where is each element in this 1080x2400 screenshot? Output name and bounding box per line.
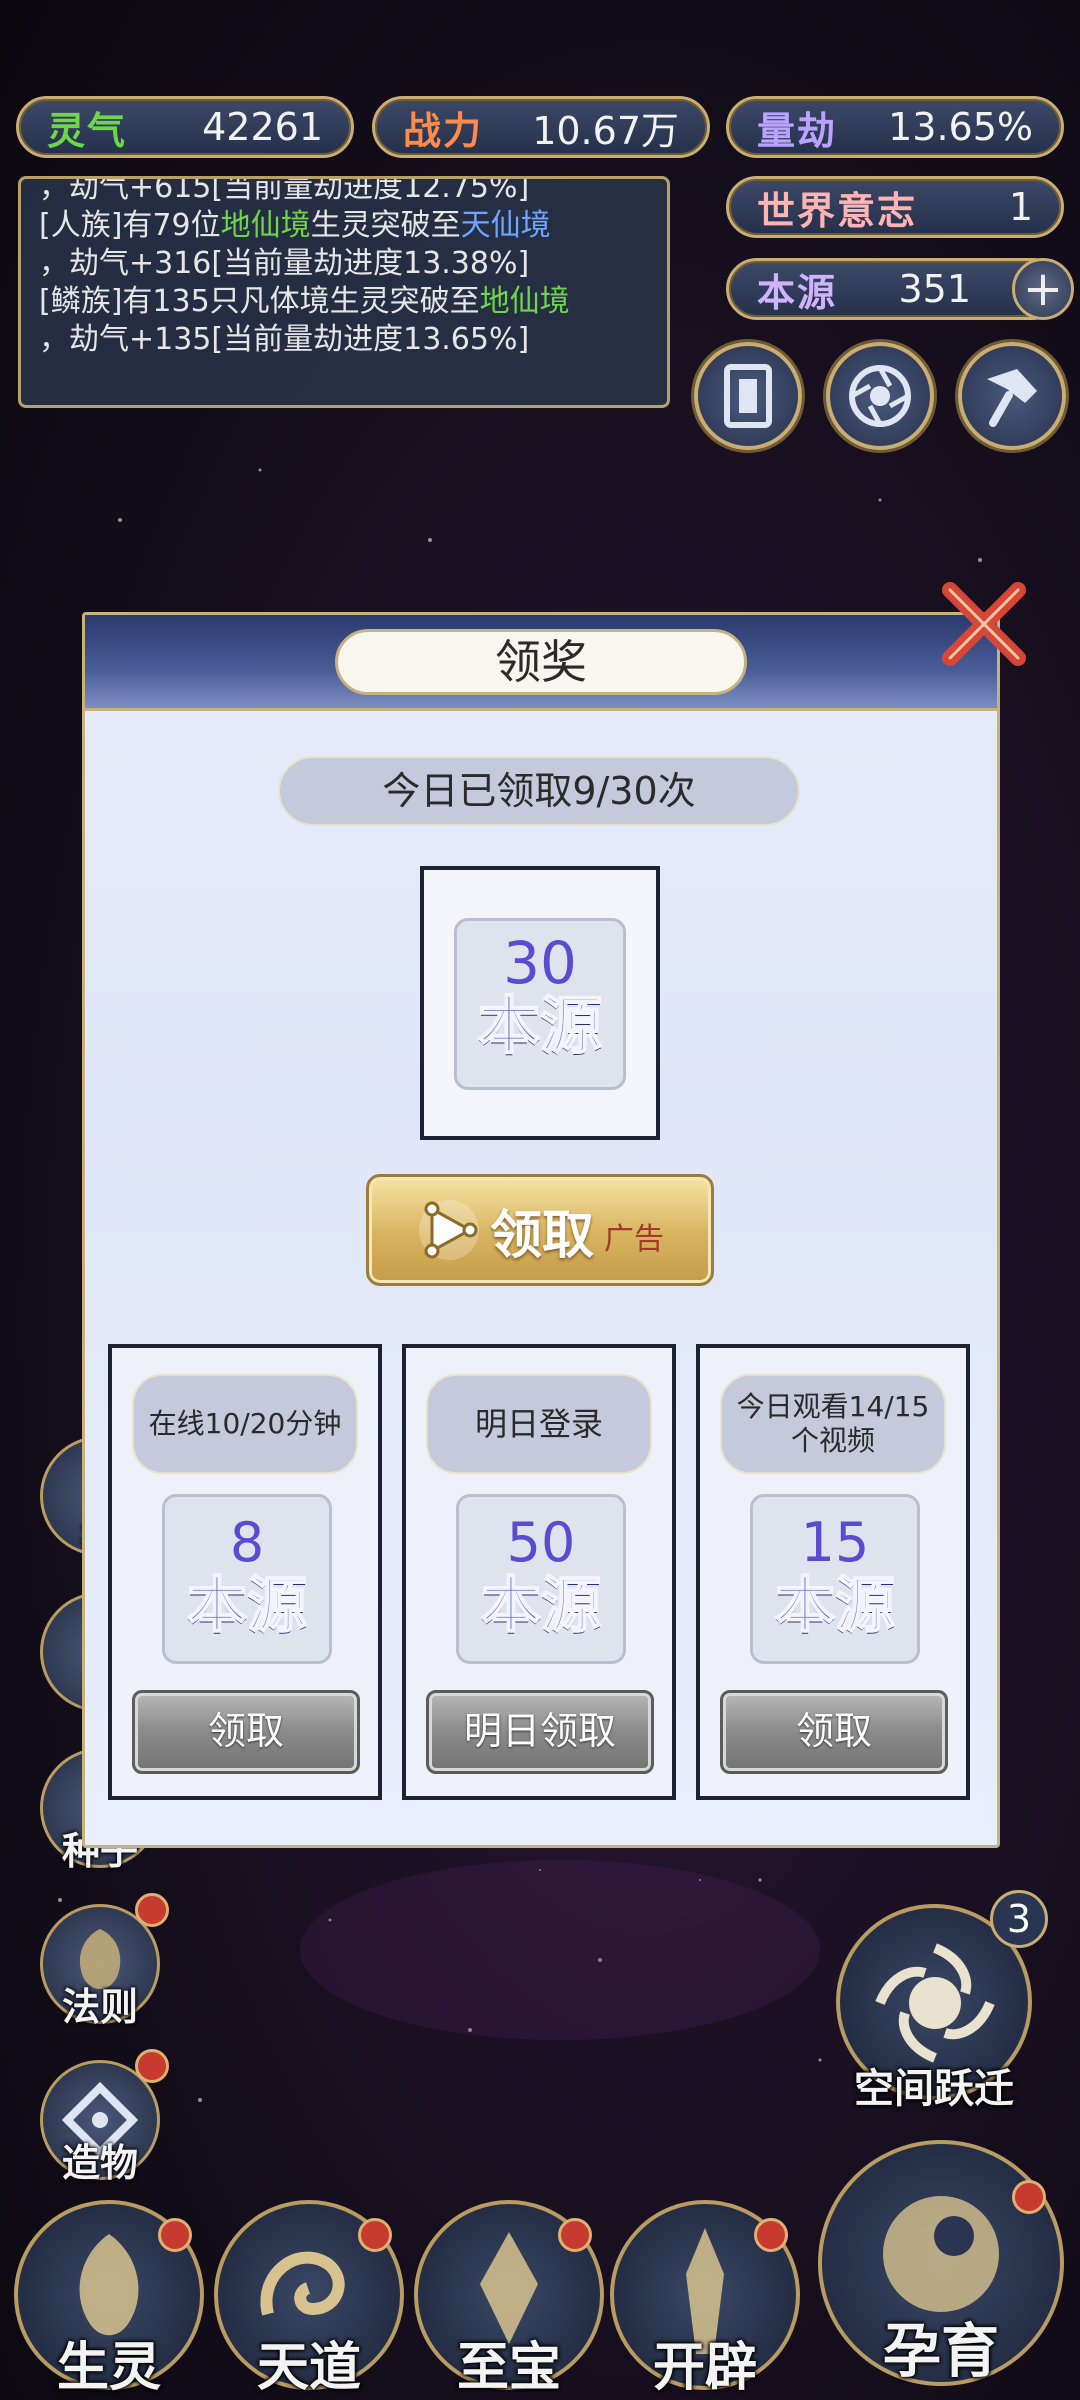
stat-benyuan-label: 本源 <box>757 270 838 315</box>
reward-unit: 本源 <box>774 1571 896 1641</box>
nav-kai-pi[interactable]: 开辟 <box>610 2200 800 2398</box>
side-item-fa-ze-label: 法则 <box>61 1985 138 2029</box>
side-item-zao-wu-label: 造物 <box>61 2141 138 2185</box>
notification-dot <box>1012 2180 1046 2214</box>
nav-sheng-ling[interactable]: 生灵 <box>14 2200 204 2398</box>
log-line: ，劫气+135[当前量劫进度13.65%] <box>39 322 530 357</box>
notification-dot <box>558 2218 592 2252</box>
main-reward-card: 30 本源 <box>420 866 660 1140</box>
reward-card-online: 在线10/20分钟 8 本源 领取 <box>108 1344 382 1800</box>
reward-unit: 本源 <box>480 1571 602 1641</box>
card-icon <box>724 364 772 428</box>
reward-dialog-header: 领奖 <box>85 615 997 711</box>
stat-benyuan-value: 351 <box>898 267 971 311</box>
claim-ad-button[interactable]: 领取 广告 <box>366 1174 714 1286</box>
side-item-zao-wu[interactable]: 造物 <box>40 2049 169 2185</box>
stat-liangjie[interactable]: 量劫 13.65% <box>726 96 1064 158</box>
space-jump-count-badge: 3 <box>990 1890 1048 1948</box>
reward-card-video: 今日观看14/15个视频 15 本源 领取 <box>696 1344 970 1800</box>
claim-online-button[interactable]: 领取 <box>132 1690 360 1774</box>
nav-kai-pi-label: 开辟 <box>652 2338 757 2398</box>
stat-lingqi-value: 42261 <box>202 105 323 149</box>
nav-zhi-bao[interactable]: 至宝 <box>414 2200 604 2398</box>
aperture-icon <box>849 365 911 427</box>
add-benyuan-button[interactable]: + <box>1012 258 1074 320</box>
main-reward-tile: 30 本源 <box>454 918 626 1090</box>
daily-claim-counter: 今日已领取9/30次 <box>278 756 800 826</box>
reward-amount: 15 <box>800 1511 870 1574</box>
camera-button[interactable] <box>826 342 934 450</box>
reward-dialog-title: 领奖 <box>335 629 747 695</box>
nav-yun-yu[interactable]: 孕育 <box>818 2140 1064 2386</box>
reward-tile: 8 本源 <box>162 1494 332 1664</box>
notification-dot <box>135 2049 169 2083</box>
nav-yun-yu-label: 孕育 <box>882 2317 999 2385</box>
reward-tile: 50 本源 <box>456 1494 626 1664</box>
notification-dot <box>754 2218 788 2252</box>
log-line: [鳞族]有135只凡体境生灵突破至地仙境 <box>39 284 570 319</box>
reward-condition: 在线10/20分钟 <box>132 1374 358 1474</box>
log-line: ，劫气+615[当前量劫进度12.75%] <box>39 176 530 205</box>
ad-tag: 广告 <box>604 1222 664 1257</box>
nav-tian-dao-label: 天道 <box>256 2338 361 2398</box>
stat-zhanli-label: 战力 <box>403 108 484 153</box>
reward-card-login: 明日登录 50 本源 明日领取 <box>402 1344 676 1800</box>
stat-liangjie-value: 13.65% <box>888 105 1033 149</box>
stat-lingqi: 灵气 42261 <box>16 96 354 158</box>
log-line: ，劫气+316[当前量劫进度13.38%] <box>39 246 530 281</box>
claim-tomorrow-button[interactable]: 明日领取 <box>426 1690 654 1774</box>
claim-ad-label: 领取 <box>489 1205 594 1266</box>
notification-dot <box>135 1893 169 1927</box>
claim-video-button[interactable]: 领取 <box>720 1690 948 1774</box>
plus-icon: + <box>1022 261 1064 317</box>
nav-zhi-bao-label: 至宝 <box>456 2338 561 2398</box>
stat-zhanli: 战力 10.67万 <box>372 96 710 158</box>
close-icon[interactable] <box>936 576 1032 672</box>
space-jump-label: 空间跃迁 <box>854 2066 1014 2112</box>
log-line: [人族]有79位地仙境生灵突破至天仙境 <box>39 208 551 243</box>
stat-zhanli-value: 10.67万 <box>532 108 679 153</box>
nav-sheng-ling-label: 生灵 <box>56 2338 161 2398</box>
stat-shijie-value: 1 <box>1008 185 1033 229</box>
stat-shijie-label: 世界意志 <box>757 188 918 233</box>
reward-unit: 本源 <box>186 1571 308 1641</box>
stat-shijie[interactable]: 世界意志 1 <box>726 176 1064 238</box>
event-log[interactable]: ，劫气+615[当前量劫进度12.75%] [人族]有79位地仙境生灵突破至天仙… <box>18 176 670 408</box>
nav-tian-dao[interactable]: 天道 <box>214 2200 404 2398</box>
reward-tile: 15 本源 <box>750 1494 920 1664</box>
ad-video-icon <box>418 1200 479 1260</box>
main-reward-unit: 本源 <box>477 989 603 1062</box>
hammer-icon <box>987 369 1037 427</box>
reward-amount: 50 <box>506 1511 576 1574</box>
reward-condition: 今日观看14/15个视频 <box>720 1374 946 1474</box>
stat-lingqi-label: 灵气 <box>47 108 128 153</box>
reward-condition: 明日登录 <box>426 1374 652 1474</box>
notification-dot <box>158 2218 192 2252</box>
notification-dot <box>358 2218 392 2252</box>
card-button[interactable] <box>694 342 802 450</box>
reward-amount: 8 <box>229 1511 265 1574</box>
side-item-fa-ze[interactable]: 法则 <box>40 1893 169 2029</box>
build-button[interactable] <box>958 342 1066 450</box>
stat-liangjie-label: 量劫 <box>757 108 838 153</box>
main-reward-amount: 30 <box>503 929 577 997</box>
